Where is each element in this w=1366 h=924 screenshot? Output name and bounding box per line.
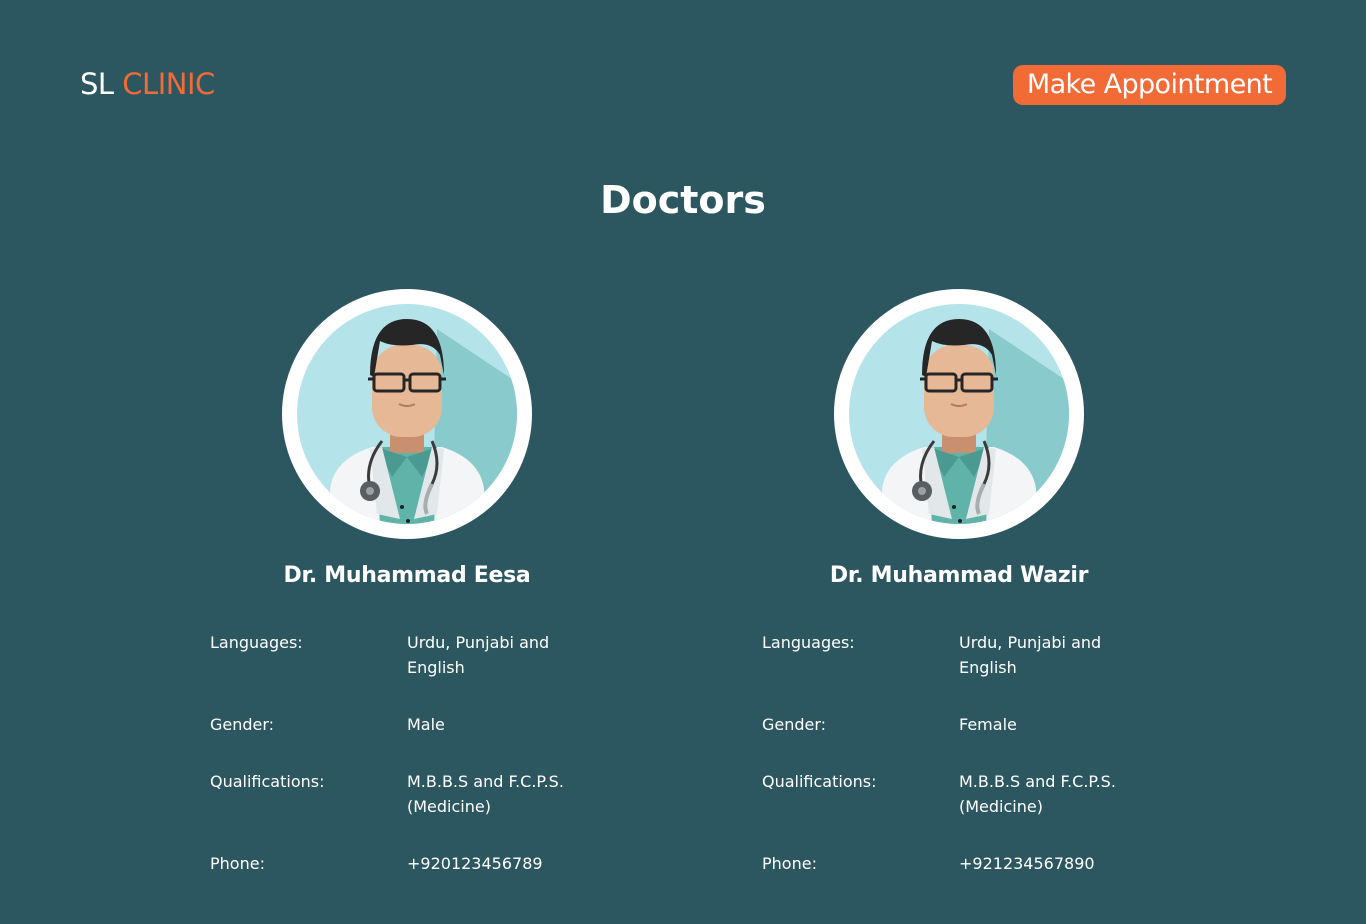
- doctor-avatar-icon: [834, 289, 1084, 539]
- site-header: SL CLINIC Make Appointment: [0, 0, 1366, 170]
- phone-label: Phone:: [762, 854, 817, 873]
- doctor-card: Dr. Muhammad Wazir Languages: Urdu, Punj…: [683, 288, 1235, 908]
- gender-label: Gender:: [762, 715, 827, 734]
- page-title: Doctors: [600, 178, 766, 222]
- phone-value: +921234567890: [959, 854, 1095, 873]
- languages-label: Languages:: [762, 633, 855, 652]
- qualifications-label: Qualifications:: [210, 772, 325, 791]
- gender-value: Female: [959, 715, 1017, 734]
- doctor-card: Dr. Muhammad Eesa Languages: Urdu, Punja…: [131, 288, 683, 908]
- qualifications-label: Qualifications:: [762, 772, 877, 791]
- phone-label: Phone:: [210, 854, 265, 873]
- languages-label: Languages:: [210, 633, 303, 652]
- phone-value: +920123456789: [407, 854, 543, 873]
- qualifications-value: M.B.B.S and F.C.P.S. (Medicine): [959, 772, 1116, 816]
- gender-value: Male: [407, 715, 445, 734]
- site-logo[interactable]: SL CLINIC: [80, 66, 215, 102]
- make-appointment-button[interactable]: Make Appointment: [1013, 65, 1286, 105]
- doctor-name: Dr. Muhammad Wazir: [829, 563, 1089, 588]
- doctor-avatar-icon: [282, 289, 532, 539]
- logo-text-sl: SL: [80, 67, 114, 101]
- languages-value: Urdu, Punjabi and English: [407, 633, 550, 677]
- gender-label: Gender:: [210, 715, 275, 734]
- languages-value: Urdu, Punjabi and English: [959, 633, 1102, 677]
- qualifications-value: M.B.B.S and F.C.P.S. (Medicine): [407, 772, 564, 816]
- logo-text-clinic: CLINIC: [122, 67, 215, 101]
- doctor-name: Dr. Muhammad Eesa: [283, 563, 531, 588]
